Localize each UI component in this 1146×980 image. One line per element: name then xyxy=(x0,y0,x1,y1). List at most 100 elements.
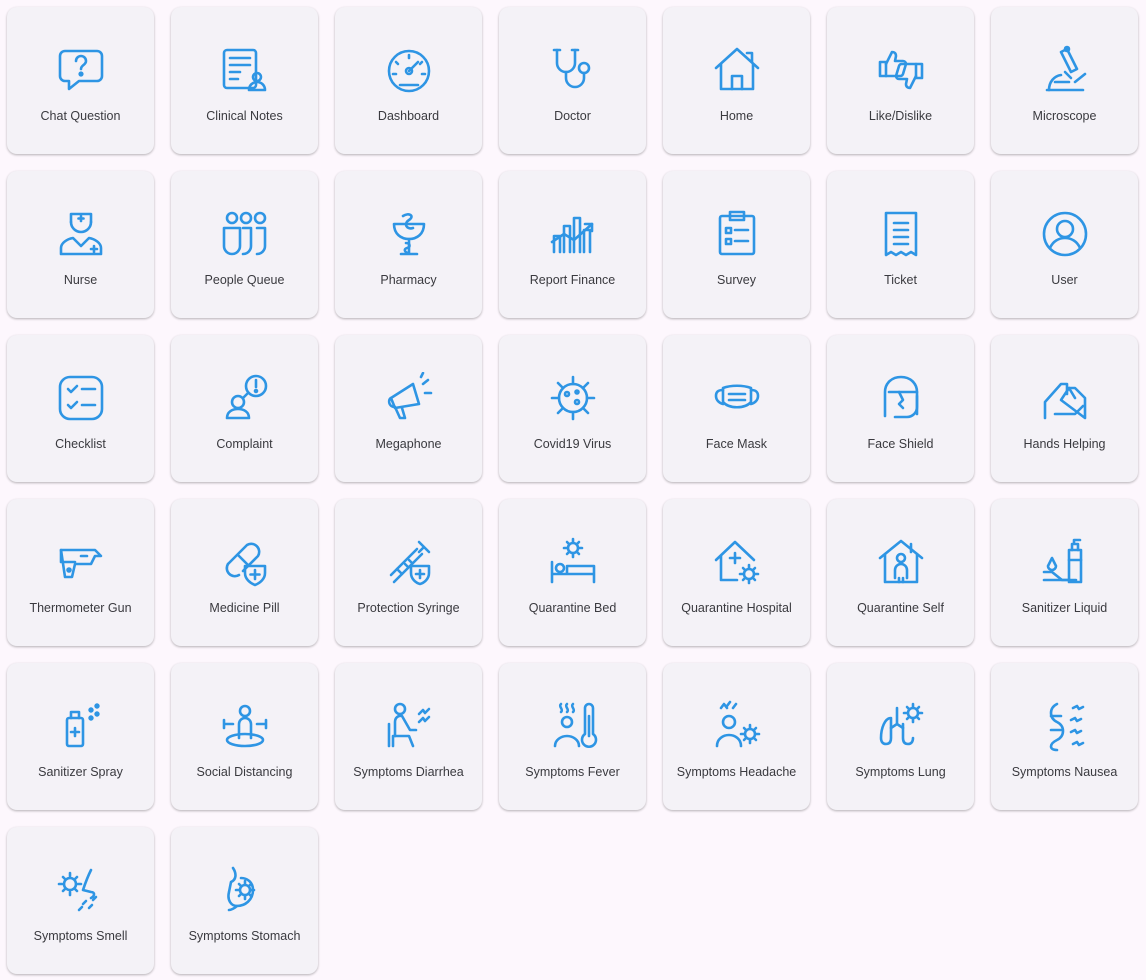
tile-symptoms-headache[interactable]: Symptoms Headache xyxy=(663,663,810,810)
tile-symptoms-lung[interactable]: Symptoms Lung xyxy=(827,663,974,810)
tile-chat-question[interactable]: Chat Question xyxy=(7,7,154,154)
tile-covid19-virus[interactable]: Covid19 Virus xyxy=(499,335,646,482)
microscope-icon xyxy=(1039,44,1091,96)
tile-label: Nurse xyxy=(63,273,98,287)
medicine-pill-icon xyxy=(219,536,271,588)
tile-complaint[interactable]: Complaint xyxy=(171,335,318,482)
tile-report-finance[interactable]: Report Finance xyxy=(499,171,646,318)
tile-label: Hands Helping xyxy=(1023,437,1106,451)
tile-sanitizer-spray[interactable]: Sanitizer Spray xyxy=(7,663,154,810)
tile-label: Complaint xyxy=(216,437,273,451)
tile-protection-syringe[interactable]: Protection Syringe xyxy=(335,499,482,646)
tile-ticket[interactable]: Ticket xyxy=(827,171,974,318)
tile-label: Doctor xyxy=(554,109,591,123)
tile-doctor[interactable]: Doctor xyxy=(499,7,646,154)
home-icon xyxy=(711,44,763,96)
complaint-icon xyxy=(219,372,271,424)
tile-like-dislike[interactable]: Like/Dislike xyxy=(827,7,974,154)
doctor-icon xyxy=(547,44,599,96)
quarantine-self-icon xyxy=(875,536,927,588)
people-queue-icon xyxy=(219,208,271,260)
clinical-notes-icon xyxy=(219,44,271,96)
tile-label: Survey xyxy=(717,273,756,287)
tile-survey[interactable]: Survey xyxy=(663,171,810,318)
tile-label: Quarantine Bed xyxy=(528,601,617,615)
tile-face-mask[interactable]: Face Mask xyxy=(663,335,810,482)
icon-grid: Chat Question Clinical Notes Dashboard Doct… xyxy=(7,7,1138,974)
report-finance-icon xyxy=(547,208,599,260)
tile-symptoms-nausea[interactable]: Symptoms Nausea xyxy=(991,663,1138,810)
tile-user[interactable]: User xyxy=(991,171,1138,318)
tile-thermometer-gun[interactable]: Thermometer Gun xyxy=(7,499,154,646)
tile-dashboard[interactable]: Dashboard xyxy=(335,7,482,154)
tile-label: Face Shield xyxy=(867,437,934,451)
tile-label: Protection Syringe xyxy=(357,601,460,615)
tile-label: Symptoms Stomach xyxy=(188,929,301,943)
tile-label: Symptoms Headache xyxy=(676,765,797,779)
tile-label: Sanitizer Spray xyxy=(38,765,123,779)
tile-people-queue[interactable]: People Queue xyxy=(171,171,318,318)
chat-question-icon xyxy=(55,44,107,96)
sanitizer-spray-icon xyxy=(55,700,107,752)
tile-face-shield[interactable]: Face Shield xyxy=(827,335,974,482)
tile-label: Chat Question xyxy=(40,109,121,123)
symptoms-nausea-icon xyxy=(1039,700,1091,752)
tile-label: Symptoms Nausea xyxy=(1011,765,1118,779)
symptoms-fever-icon xyxy=(547,700,599,752)
tile-quarantine-hospital[interactable]: Quarantine Hospital xyxy=(663,499,810,646)
tile-symptoms-stomach[interactable]: Symptoms Stomach xyxy=(171,827,318,974)
tile-symptoms-fever[interactable]: Symptoms Fever xyxy=(499,663,646,810)
tile-label: Social Distancing xyxy=(196,765,293,779)
ticket-icon xyxy=(875,208,927,260)
tile-label: People Queue xyxy=(204,273,285,287)
tile-label: User xyxy=(1051,273,1078,287)
tile-sanitizer-liquid[interactable]: Sanitizer Liquid xyxy=(991,499,1138,646)
tile-social-distancing[interactable]: Social Distancing xyxy=(171,663,318,810)
survey-icon xyxy=(711,208,763,260)
tile-label: Microscope xyxy=(1032,109,1097,123)
tile-clinical-notes[interactable]: Clinical Notes xyxy=(171,7,318,154)
symptoms-diarrhea-icon xyxy=(383,700,435,752)
symptoms-lung-icon xyxy=(875,700,927,752)
quarantine-hospital-icon xyxy=(711,536,763,588)
face-shield-icon xyxy=(875,372,927,424)
tile-medicine-pill[interactable]: Medicine Pill xyxy=(171,499,318,646)
tile-quarantine-bed[interactable]: Quarantine Bed xyxy=(499,499,646,646)
tile-label: Quarantine Hospital xyxy=(681,601,792,615)
tile-microscope[interactable]: Microscope xyxy=(991,7,1138,154)
user-icon xyxy=(1039,208,1091,260)
checklist-icon xyxy=(55,372,107,424)
tile-label: Symptoms Fever xyxy=(525,765,620,779)
tile-megaphone[interactable]: Megaphone xyxy=(335,335,482,482)
symptoms-headache-icon xyxy=(711,700,763,752)
tile-label: Thermometer Gun xyxy=(29,601,132,615)
tile-label: Symptoms Lung xyxy=(855,765,946,779)
tile-label: Pharmacy xyxy=(380,273,437,287)
tile-label: Like/Dislike xyxy=(868,109,933,123)
sanitizer-liquid-icon xyxy=(1039,536,1091,588)
covid19-virus-icon xyxy=(547,372,599,424)
tile-label: Medicine Pill xyxy=(209,601,280,615)
megaphone-icon xyxy=(383,372,435,424)
tile-symptoms-smell[interactable]: Symptoms Smell xyxy=(7,827,154,974)
tile-label: Dashboard xyxy=(377,109,440,123)
tile-label: Sanitizer Liquid xyxy=(1021,601,1108,615)
tile-pharmacy[interactable]: Pharmacy xyxy=(335,171,482,318)
tile-label: Report Finance xyxy=(529,273,616,287)
tile-home[interactable]: Home xyxy=(663,7,810,154)
tile-symptoms-diarrhea[interactable]: Symptoms Diarrhea xyxy=(335,663,482,810)
social-distancing-icon xyxy=(219,700,271,752)
tile-label: Covid19 Virus xyxy=(533,437,612,451)
tile-hands-helping[interactable]: Hands Helping xyxy=(991,335,1138,482)
nurse-icon xyxy=(55,208,107,260)
tile-checklist[interactable]: Checklist xyxy=(7,335,154,482)
hands-helping-icon xyxy=(1039,372,1091,424)
thermometer-gun-icon xyxy=(55,536,107,588)
tile-label: Checklist xyxy=(55,437,106,451)
tile-label: Symptoms Diarrhea xyxy=(353,765,464,779)
tile-nurse[interactable]: Nurse xyxy=(7,171,154,318)
tile-label: Megaphone xyxy=(375,437,442,451)
quarantine-bed-icon xyxy=(547,536,599,588)
tile-quarantine-self[interactable]: Quarantine Self xyxy=(827,499,974,646)
pharmacy-icon xyxy=(383,208,435,260)
